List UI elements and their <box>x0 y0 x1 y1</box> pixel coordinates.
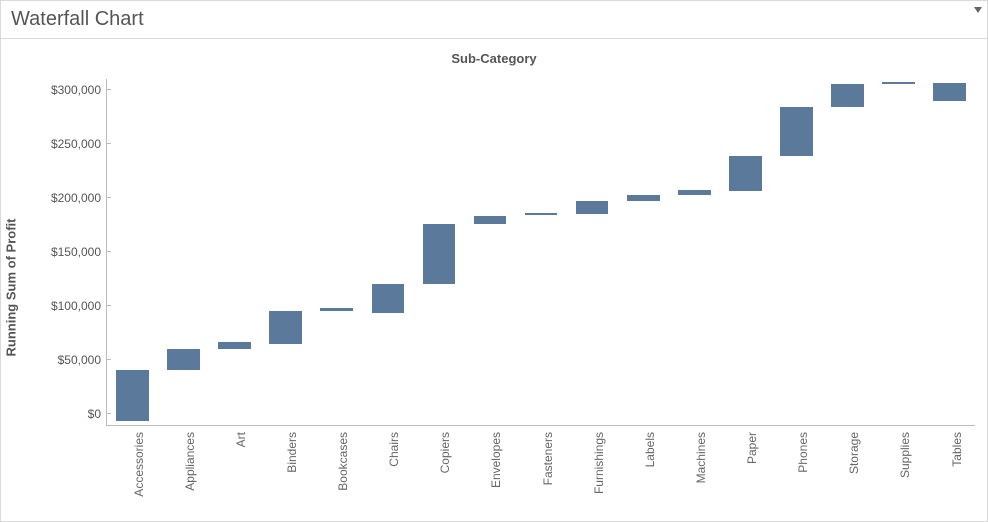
category-column: Appliances <box>157 430 208 518</box>
category-column: Furnishings <box>566 430 617 518</box>
category-label: Paper <box>745 432 759 464</box>
chart-title: Waterfall Chart <box>11 8 144 31</box>
waterfall-bar[interactable] <box>269 311 302 343</box>
waterfall-bar[interactable] <box>882 82 915 84</box>
chart-area: Sub-Category Running Sum of Profit $0$50… <box>1 39 987 521</box>
bar-column <box>107 79 158 425</box>
category-label: Furnishings <box>592 432 606 494</box>
bar-column <box>822 79 873 425</box>
category-label: Tables <box>950 432 964 467</box>
waterfall-bar[interactable] <box>729 156 762 192</box>
category-label: Supplies <box>898 432 912 478</box>
category-label: Phones <box>796 432 810 473</box>
category-column: Art <box>208 430 259 518</box>
category-column: Paper <box>720 430 771 518</box>
category-column: Tables <box>924 430 975 518</box>
category-label: Accessories <box>132 432 146 497</box>
bar-column <box>413 79 464 425</box>
category-column: Bookcases <box>311 430 362 518</box>
category-label: Fasteners <box>541 432 555 485</box>
waterfall-bar[interactable] <box>933 83 966 100</box>
category-label: Labels <box>643 432 657 467</box>
waterfall-bar[interactable] <box>320 308 353 311</box>
bar-column <box>618 79 669 425</box>
category-labels: Accessories Appliances Art Binders Bookcases… <box>106 430 975 518</box>
y-tick-label: $50,000 <box>58 353 107 367</box>
bar-column <box>464 79 515 425</box>
waterfall-bar[interactable] <box>167 349 200 370</box>
category-column: Envelopes <box>464 430 515 518</box>
waterfall-bar[interactable] <box>423 224 456 285</box>
bar-column <box>771 79 822 425</box>
waterfall-bar[interactable] <box>116 370 149 421</box>
category-label: Appliances <box>183 432 197 491</box>
category-label: Binders <box>285 432 299 473</box>
bar-column <box>924 79 975 425</box>
bar-column <box>158 79 209 425</box>
category-label: Art <box>234 432 248 447</box>
bar-column <box>516 79 567 425</box>
category-column: Fasteners <box>515 430 566 518</box>
bar-column <box>873 79 924 425</box>
plot-area: $0$50,000$100,000$150,000$200,000$250,00… <box>106 79 975 426</box>
category-column: Labels <box>617 430 668 518</box>
waterfall-bar[interactable] <box>627 195 660 201</box>
waterfall-bar[interactable] <box>678 190 711 194</box>
category-label: Chairs <box>387 432 401 467</box>
y-tick-label: $250,000 <box>51 137 107 151</box>
title-dropdown-button[interactable] <box>971 3 985 17</box>
y-tick-label: $300,000 <box>51 83 107 97</box>
bar-column <box>362 79 413 425</box>
waterfall-bar[interactable] <box>780 107 813 156</box>
waterfall-bar[interactable] <box>372 284 405 312</box>
category-column: Binders <box>259 430 310 518</box>
bars-container <box>107 79 975 425</box>
chevron-down-icon <box>974 7 982 13</box>
x-axis-title: Sub-Category <box>451 51 536 66</box>
category-column: Supplies <box>873 430 924 518</box>
category-label: Machines <box>694 432 708 483</box>
y-tick-label: $100,000 <box>51 299 107 313</box>
category-column: Phones <box>771 430 822 518</box>
chart-frame: Waterfall Chart Sub-Category Running Sum… <box>0 0 988 522</box>
bar-column <box>311 79 362 425</box>
y-tick-label: $150,000 <box>51 245 107 259</box>
waterfall-bar[interactable] <box>218 342 251 350</box>
y-tick-label: $200,000 <box>51 191 107 205</box>
waterfall-bar[interactable] <box>525 213 558 215</box>
category-column: Chairs <box>362 430 413 518</box>
y-axis-title: Running Sum of Profit <box>4 219 19 357</box>
waterfall-bar[interactable] <box>474 216 507 224</box>
category-column: Machines <box>668 430 719 518</box>
bar-column <box>209 79 260 425</box>
y-tick-label: $0 <box>88 407 107 421</box>
category-label: Bookcases <box>336 432 350 491</box>
title-bar: Waterfall Chart <box>1 1 987 39</box>
category-label: Envelopes <box>489 432 503 488</box>
category-label: Storage <box>847 432 861 474</box>
category-column: Storage <box>822 430 873 518</box>
category-column: Copiers <box>413 430 464 518</box>
category-column: Accessories <box>106 430 157 518</box>
waterfall-bar[interactable] <box>831 84 864 107</box>
bar-column <box>669 79 720 425</box>
category-label: Copiers <box>438 432 452 473</box>
waterfall-bar[interactable] <box>576 201 609 214</box>
bar-column <box>720 79 771 425</box>
bar-column <box>260 79 311 425</box>
bar-column <box>567 79 618 425</box>
